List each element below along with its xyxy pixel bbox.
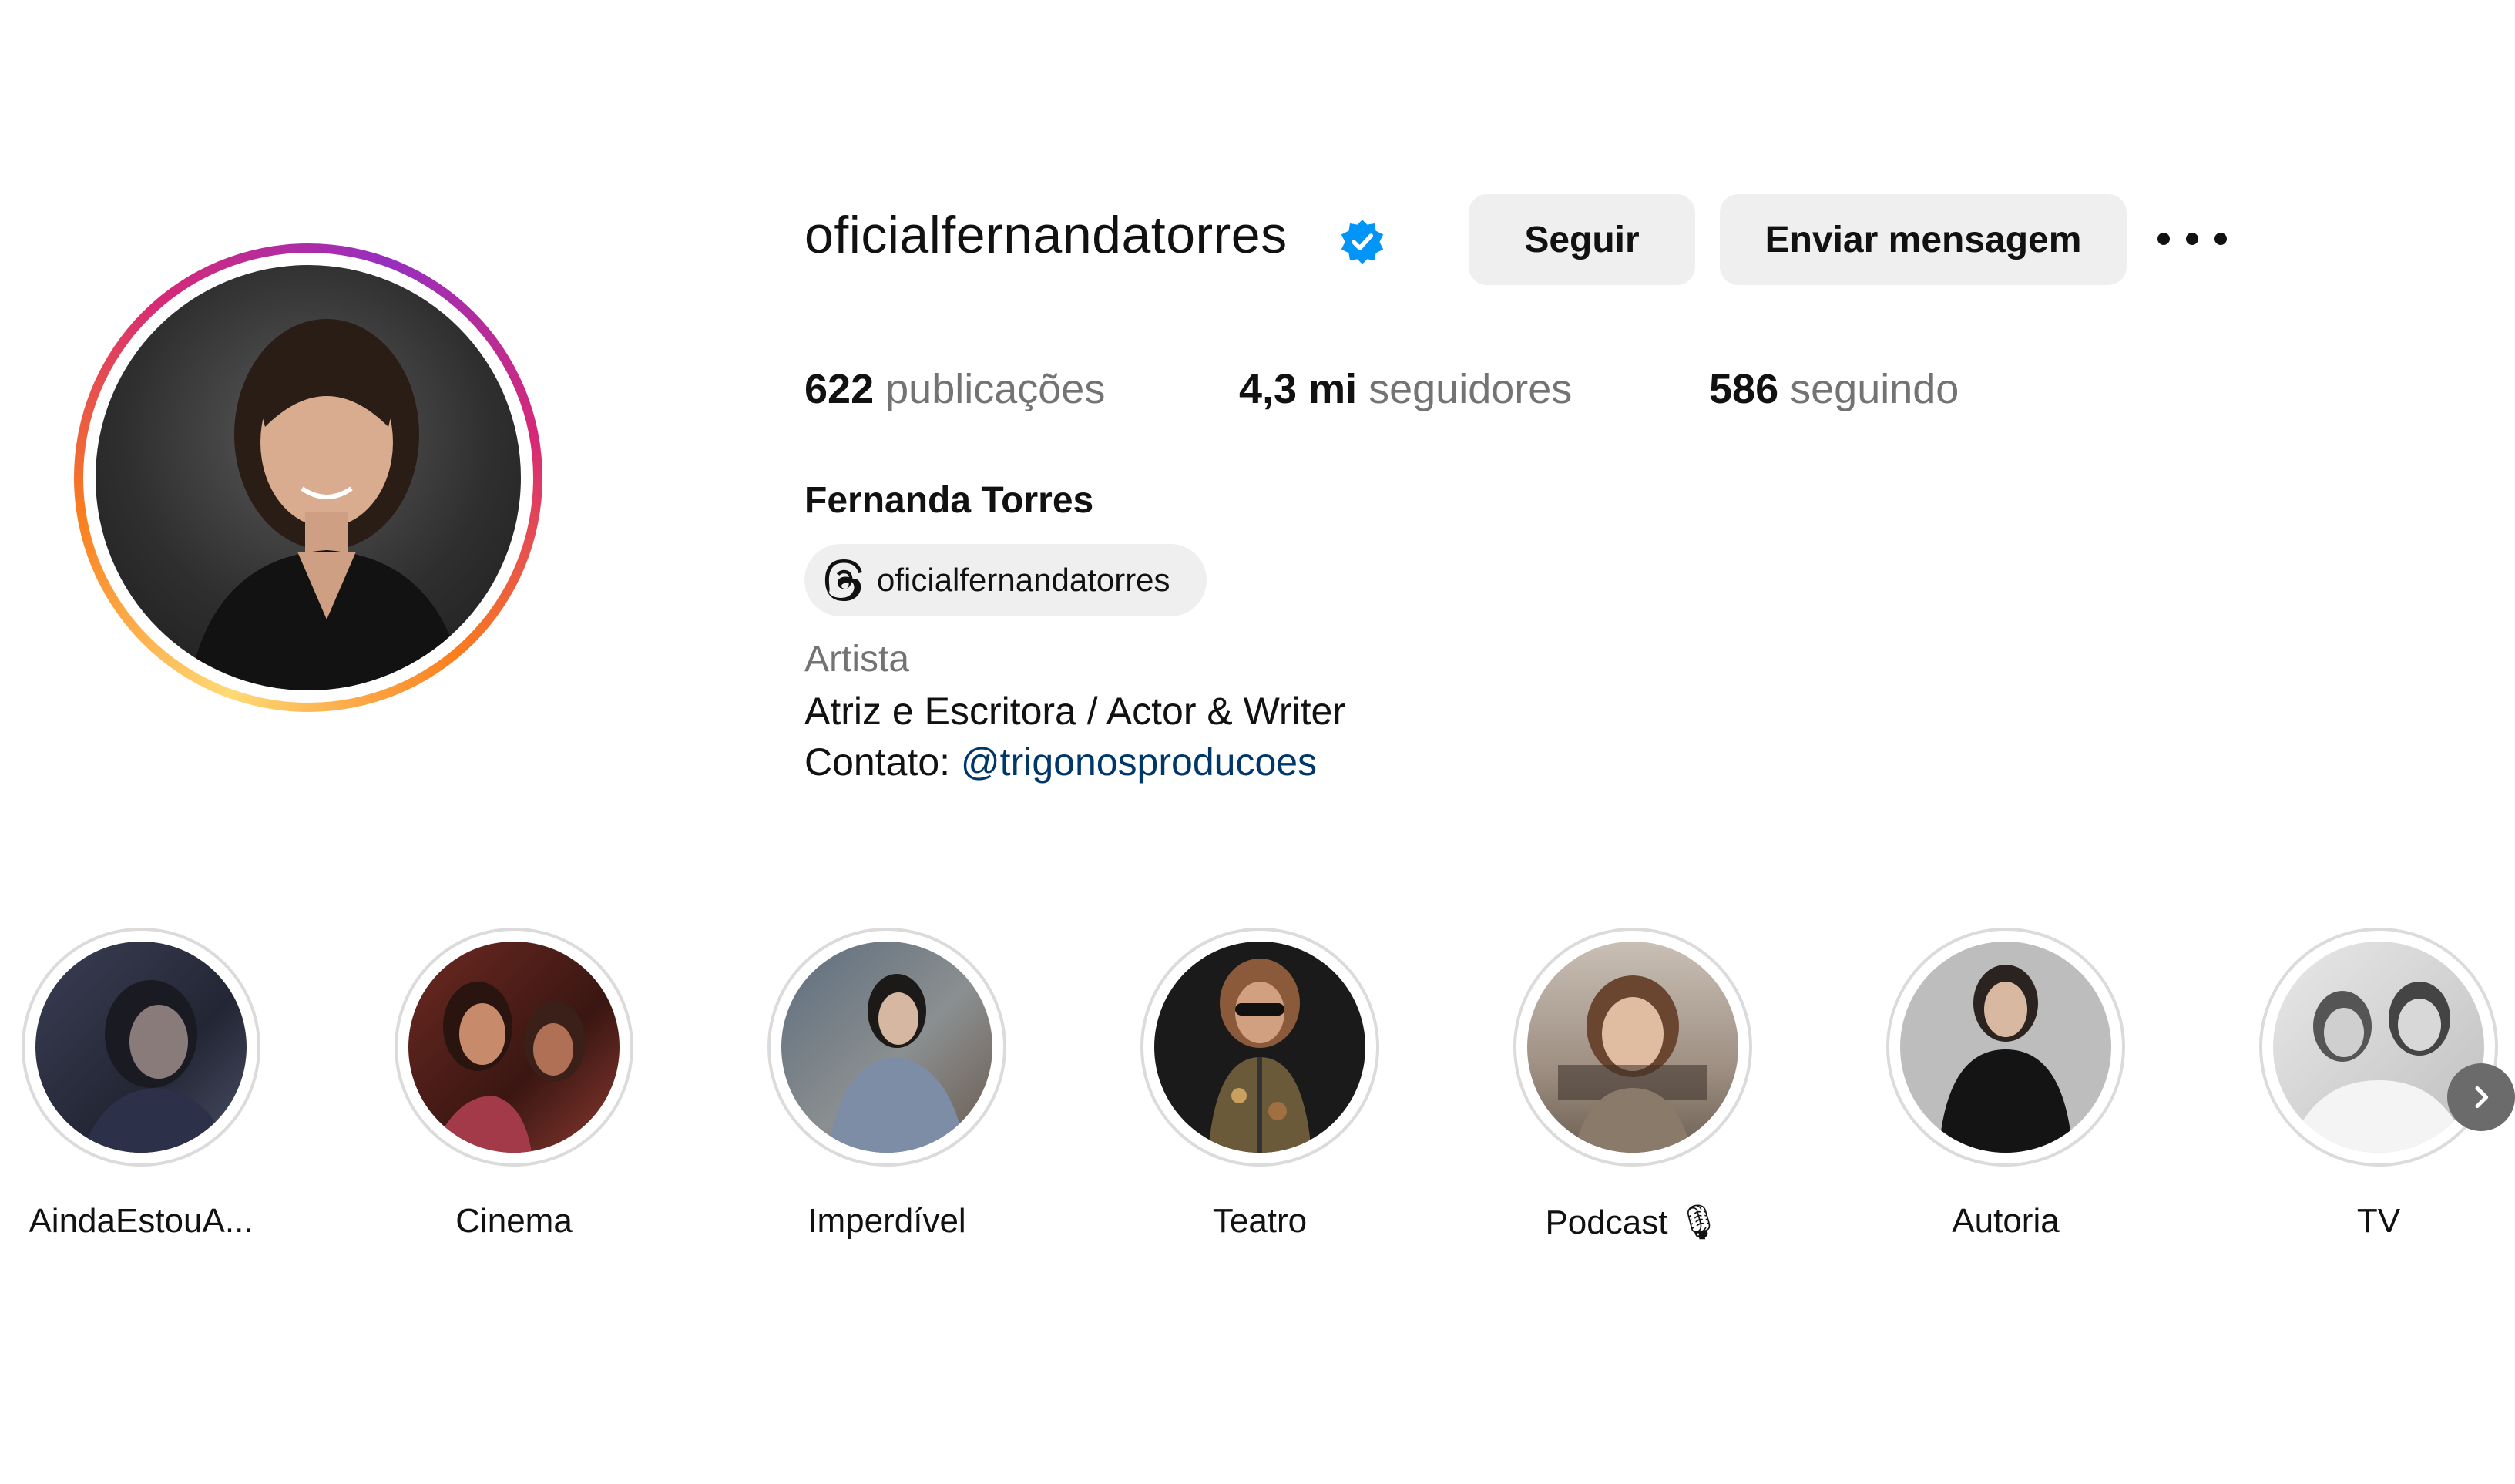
bio-contact: Contato: @trigonosproducoes xyxy=(804,740,1317,784)
following-count: 586 xyxy=(1709,366,1779,412)
bio-text: Atriz e Escritora / Actor & Writer xyxy=(804,690,1346,733)
profile-full-name: Fernanda Torres xyxy=(804,480,1094,521)
following-label: seguindo xyxy=(1790,366,1959,412)
highlights-next-button[interactable] xyxy=(2447,1063,2515,1131)
highlight-label: Cinema xyxy=(455,1202,573,1240)
highlight-label: Imperdível xyxy=(808,1202,966,1240)
highlight-item[interactable]: Imperdível xyxy=(767,928,1006,1261)
posts-stat: 622 publicações xyxy=(804,365,1105,413)
threads-link[interactable]: oficialfernandatorres xyxy=(804,544,1207,616)
threads-handle: oficialfernandatorres xyxy=(877,562,1170,598)
bio-contact-link[interactable]: @trigonosproducoes xyxy=(961,740,1317,784)
highlight-label: TV xyxy=(2356,1202,2401,1240)
follow-button[interactable]: Seguir xyxy=(1469,194,1695,285)
highlight-item[interactable]: Autoria xyxy=(1886,928,2125,1261)
highlight-item[interactable]: Cinema xyxy=(395,928,633,1261)
highlight-label: AindaEstouA... xyxy=(29,1202,254,1240)
posts-count: 622 xyxy=(804,366,875,412)
posts-label: publicações xyxy=(885,366,1106,412)
followers-stat[interactable]: 4,3 mi seguidores xyxy=(1239,365,1572,413)
threads-icon xyxy=(824,559,862,601)
profile-category: Artista xyxy=(804,639,910,680)
bio-contact-prefix: Contato: xyxy=(804,740,951,784)
verified-badge-icon xyxy=(1341,220,1384,264)
followers-label: seguidores xyxy=(1368,366,1573,412)
send-message-button[interactable]: Enviar mensagem xyxy=(1720,194,2127,285)
more-options-icon[interactable] xyxy=(2157,223,2227,254)
profile-username: oficialfernandatorres xyxy=(804,206,1288,264)
highlight-label: Teatro xyxy=(1212,1202,1308,1240)
following-stat[interactable]: 586 seguindo xyxy=(1709,365,1959,413)
chevron-right-icon xyxy=(2475,1086,2489,1109)
followers-count: 4,3 mi xyxy=(1239,366,1358,412)
profile-avatar[interactable] xyxy=(74,243,542,712)
highlight-item[interactable]: Podcast 🎙 xyxy=(1513,928,1752,1261)
highlight-label: Autoria xyxy=(1952,1202,2060,1240)
highlight-label: Podcast 🎙 xyxy=(1545,1204,1721,1241)
highlight-item[interactable]: Teatro xyxy=(1140,928,1379,1261)
avatar-photo xyxy=(96,265,521,690)
highlight-item[interactable]: AindaEstouA... xyxy=(22,928,260,1261)
